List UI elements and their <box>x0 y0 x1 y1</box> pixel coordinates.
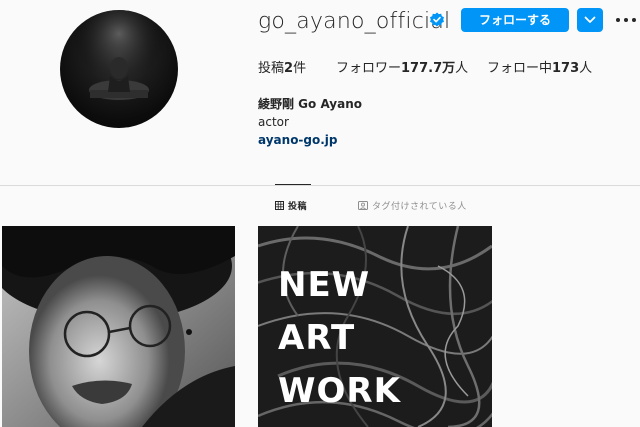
posts-count-stat: 投稿2件 <box>258 57 306 76</box>
following-stat[interactable]: フォロー中173人 <box>487 57 592 76</box>
more-dot-icon <box>632 18 636 22</box>
more-dot-icon <box>616 18 620 22</box>
post-overlay-text: NEW ART WORK <box>278 259 401 418</box>
grid-icon <box>275 201 284 210</box>
tab-posts-label: 投稿 <box>288 202 308 212</box>
follow-button[interactable]: フォローする <box>461 8 569 32</box>
post-overlay-line: WORK <box>278 371 401 411</box>
profile-username: go_ayano_official <box>258 9 451 34</box>
more-dot-icon <box>624 18 628 22</box>
suggested-accounts-button[interactable] <box>577 8 603 32</box>
profile-avatar[interactable] <box>60 10 178 128</box>
chevron-down-icon <box>584 16 596 23</box>
active-tab-indicator <box>275 184 311 185</box>
post-thumbnail-portrait[interactable] <box>2 226 235 427</box>
posts-label: 投稿 <box>258 61 285 76</box>
followers-label: フォロワー <box>336 61 402 76</box>
tab-posts[interactable]: 投稿 <box>275 199 307 212</box>
posts-suffix: 件 <box>293 61 307 76</box>
tabs-divider <box>0 185 640 186</box>
post-overlay-line: NEW <box>278 265 371 305</box>
followers-stat[interactable]: フォロワー177.7万人 <box>336 57 468 76</box>
tagged-photo-icon <box>358 201 368 210</box>
profile-website-link[interactable]: ayano-go.jp <box>258 133 338 147</box>
followers-suffix: 人 <box>455 61 469 76</box>
following-suffix: 人 <box>579 61 593 76</box>
verified-badge-icon <box>430 12 444 27</box>
tab-tagged-label: タグ付けされている人 <box>372 202 467 212</box>
post-overlay-line: ART <box>278 318 356 358</box>
portrait-photo <box>2 226 235 427</box>
more-options-button[interactable] <box>614 13 640 27</box>
profile-full-name: 綾野剛 Go Ayano <box>258 97 363 111</box>
following-count: 173 <box>552 61 580 76</box>
tab-tagged[interactable]: タグ付けされている人 <box>358 199 467 212</box>
post-thumbnail-art-work[interactable]: NEW ART WORK <box>258 226 492 427</box>
following-label: フォロー中 <box>487 61 553 76</box>
followers-count: 177.7万 <box>401 61 456 76</box>
avatar-image <box>60 10 178 128</box>
posts-count: 2 <box>284 61 294 76</box>
profile-bio: actor <box>258 115 289 129</box>
